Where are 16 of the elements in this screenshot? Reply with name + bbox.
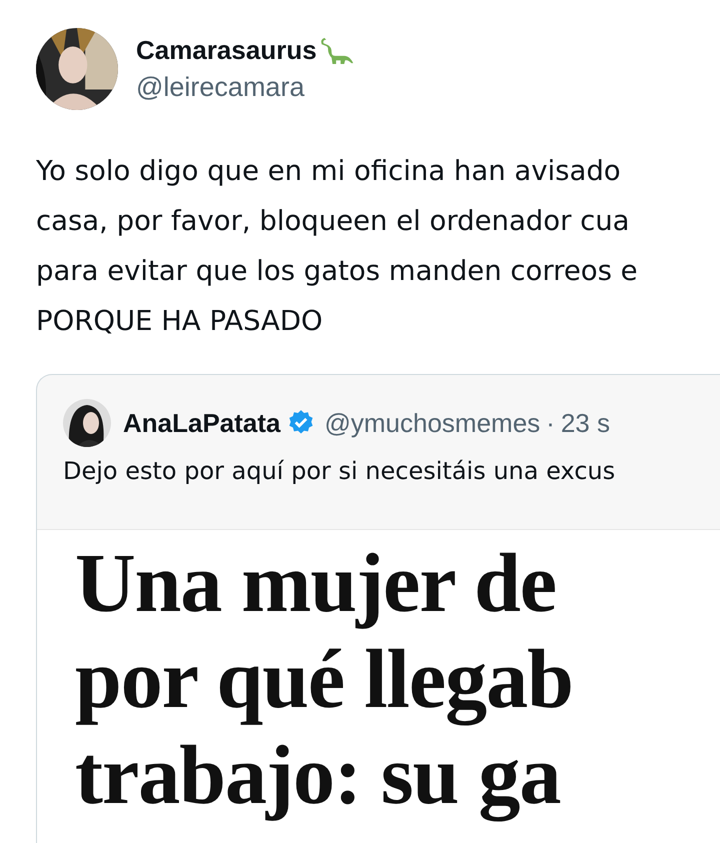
tweet-text-line: para evitar que los gatos manden correos e xyxy=(36,254,639,289)
tweet-text-line: Yo solo digo que en mi oficina han avisado xyxy=(36,154,622,189)
dinosaur-icon xyxy=(318,36,355,65)
headline-line: trabajo: su ga xyxy=(75,728,562,824)
tweet-text-line: casa, por favor, bloqueen el ordenador cua xyxy=(36,204,631,239)
tweet-text-line: PORQUE HA PASADO xyxy=(36,304,324,339)
post-time[interactable]: 23 s xyxy=(560,408,610,438)
headline-line: Una mujer de xyxy=(75,536,558,632)
separator-dot: · xyxy=(546,408,555,438)
display-name[interactable]: AnaLaPatata xyxy=(123,408,280,438)
user-handle[interactable]: @ymuchosmemes xyxy=(324,408,540,438)
user-handle[interactable]: @leirecamara xyxy=(136,72,355,103)
quoted-tweet-text: Dejo esto por aquí por si necesitáis una excus xyxy=(62,456,616,485)
display-name[interactable]: Camarasaurus xyxy=(136,35,317,66)
quoted-tweet-card[interactable]: AnaLaPatata @ymuchosmemes · 23 s Dejo esto por aquí por si necesitáis una excus Una mujer de por qué llegab trabajo: su ga xyxy=(36,374,720,843)
headline-line: por qué llegab xyxy=(75,632,574,728)
